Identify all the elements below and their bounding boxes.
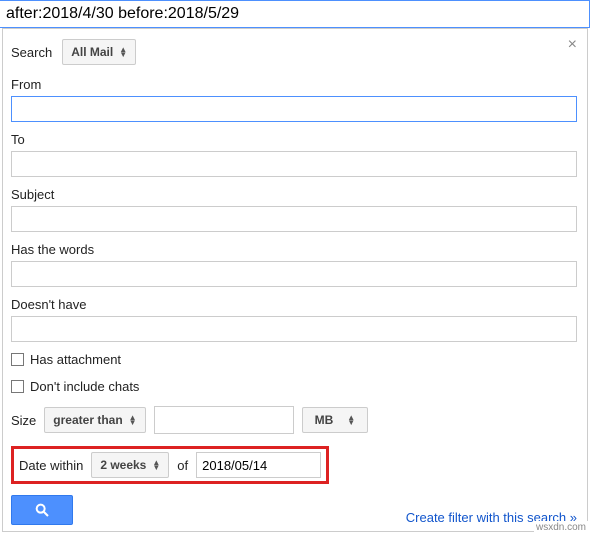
doesnt-have-input[interactable] bbox=[11, 316, 577, 342]
search-icon bbox=[34, 502, 50, 518]
date-of-label: of bbox=[177, 458, 188, 473]
search-button[interactable] bbox=[11, 495, 73, 525]
close-icon[interactable]: × bbox=[568, 37, 577, 53]
search-options-panel: × Search All Mail ▲▼ From To Subject Has… bbox=[2, 28, 588, 532]
date-range-select[interactable]: 2 weeks ▲▼ bbox=[91, 452, 169, 478]
size-unit-select[interactable]: MB ▲▼ bbox=[302, 407, 369, 433]
search-scope-select[interactable]: All Mail ▲▼ bbox=[62, 39, 136, 65]
from-input[interactable] bbox=[11, 96, 577, 122]
size-value-input[interactable] bbox=[154, 406, 294, 434]
has-attachment-checkbox[interactable] bbox=[11, 353, 24, 366]
updown-icon: ▲▼ bbox=[129, 415, 137, 425]
has-words-input[interactable] bbox=[11, 261, 577, 287]
dont-include-chats-label: Don't include chats bbox=[30, 379, 139, 394]
updown-icon: ▲▼ bbox=[119, 47, 127, 57]
search-scope-label: Search bbox=[11, 45, 52, 60]
dont-include-chats-checkbox[interactable] bbox=[11, 380, 24, 393]
to-input[interactable] bbox=[11, 151, 577, 177]
size-unit-value: MB bbox=[315, 413, 334, 427]
watermark-text: wsxdn.com bbox=[534, 521, 588, 534]
date-within-label: Date within bbox=[19, 458, 83, 473]
search-scope-value: All Mail bbox=[71, 45, 113, 59]
subject-input[interactable] bbox=[11, 206, 577, 232]
date-range-value: 2 weeks bbox=[100, 458, 146, 472]
date-value-input[interactable] bbox=[196, 452, 321, 478]
size-operator-value: greater than bbox=[53, 413, 122, 427]
date-within-highlight: Date within 2 weeks ▲▼ of bbox=[11, 446, 329, 484]
updown-icon: ▲▼ bbox=[347, 415, 355, 425]
has-words-label: Has the words bbox=[11, 242, 577, 257]
size-operator-select[interactable]: greater than ▲▼ bbox=[44, 407, 145, 433]
search-query-input[interactable] bbox=[0, 0, 590, 28]
updown-icon: ▲▼ bbox=[152, 460, 160, 470]
subject-label: Subject bbox=[11, 187, 577, 202]
to-label: To bbox=[11, 132, 577, 147]
doesnt-have-label: Doesn't have bbox=[11, 297, 577, 312]
from-label: From bbox=[11, 77, 577, 92]
size-label: Size bbox=[11, 413, 36, 428]
has-attachment-label: Has attachment bbox=[30, 352, 121, 367]
